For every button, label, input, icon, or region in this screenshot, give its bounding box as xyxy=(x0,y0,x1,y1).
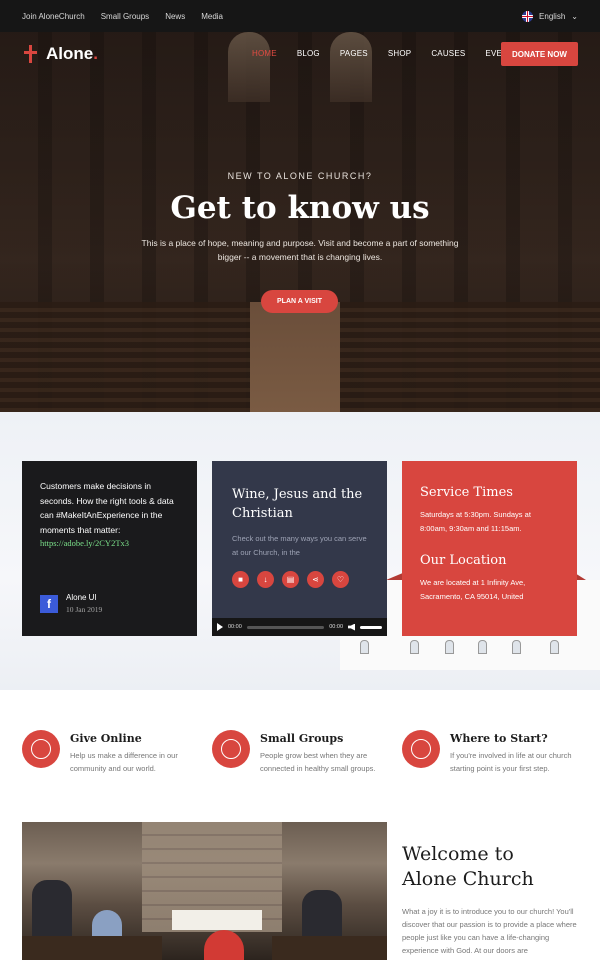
author-name: Alone UI xyxy=(66,593,97,602)
church-interior-image xyxy=(22,822,387,960)
top-bar: Join AloneChurch Small Groups News Media… xyxy=(0,0,600,32)
nav-causes[interactable]: CAUSES xyxy=(431,49,465,58)
church-window-image xyxy=(512,640,521,654)
share-icon[interactable]: ⋖ xyxy=(307,571,324,588)
volume-icon[interactable] xyxy=(348,623,355,631)
uk-flag-icon xyxy=(522,10,534,22)
welcome-title: Welcome to Alone Church xyxy=(402,843,534,890)
document-icon[interactable]: ▤ xyxy=(282,571,299,588)
church-window-image xyxy=(330,32,372,102)
media-icons: ■ ↓ ▤ ⋖ ♡ xyxy=(232,571,349,588)
facebook-icon[interactable]: f xyxy=(40,594,58,613)
feature-title: Where to Start? xyxy=(450,732,548,745)
church-window-image xyxy=(445,640,454,654)
feature-small-groups[interactable]: Small Groups People grow best when they … xyxy=(212,730,385,775)
language-label: English xyxy=(539,11,566,21)
play-icon[interactable] xyxy=(217,623,223,631)
logo-text: Alone xyxy=(46,44,94,63)
language-selector[interactable]: English ⌄ xyxy=(522,10,578,22)
download-icon[interactable]: ↓ xyxy=(257,571,274,588)
tweet-text: Customers make decisions in seconds. How… xyxy=(40,481,174,535)
donate-button[interactable]: DONATE NOW xyxy=(501,42,578,66)
site-logo[interactable]: Alone. xyxy=(22,44,98,64)
total-time: 00:00 xyxy=(329,624,343,630)
top-link-join[interactable]: Join AloneChurch xyxy=(22,12,85,21)
feature-desc: People grow best when they are connected… xyxy=(260,751,376,773)
group-icon xyxy=(212,730,250,768)
tweet-link[interactable]: https://adobe.ly/2CY2Tx3 xyxy=(40,538,179,548)
feature-title: Give Online xyxy=(70,732,142,745)
audio-player: 00:00 00:00 xyxy=(212,618,387,636)
church-window-image xyxy=(360,640,369,654)
feature-desc: Help us make a difference in our communi… xyxy=(70,751,178,773)
nav-pages[interactable]: PAGES xyxy=(340,49,368,58)
hero-eyebrow: NEW TO ALONE CHURCH? xyxy=(227,171,373,181)
feature-title: Small Groups xyxy=(260,732,344,745)
hero-title: Get to know us xyxy=(170,190,430,226)
top-link-small-groups[interactable]: Small Groups xyxy=(101,12,149,21)
nav-blog[interactable]: BLOG xyxy=(297,49,320,58)
church-window-image xyxy=(550,640,559,654)
location-text: We are located at 1 Infinity Ave, Sacram… xyxy=(420,578,526,601)
main-nav: HOME BLOG PAGES SHOP CAUSES EVENTS xyxy=(252,49,519,58)
audio-card: Wine, Jesus and the Christian Check out … xyxy=(212,461,387,636)
tweet-author: f Alone UI 10 Jan 2019 xyxy=(40,593,102,614)
top-link-media[interactable]: Media xyxy=(201,12,223,21)
chevron-down-icon: ⌄ xyxy=(571,11,578,21)
nav-home[interactable]: HOME xyxy=(252,49,277,58)
nav-shop[interactable]: SHOP xyxy=(388,49,411,58)
current-time: 00:00 xyxy=(228,624,242,630)
church-window-image xyxy=(410,640,419,654)
progress-track[interactable] xyxy=(246,625,325,629)
church-logo-icon xyxy=(22,45,40,63)
service-card: Service Times Saturdays at 5:30pm. Sunda… xyxy=(402,461,577,636)
hero-subtitle: This is a place of hope, meaning and pur… xyxy=(141,238,459,262)
service-text: Saturdays at 5:30pm. Sundays at 8:00am, … xyxy=(420,510,531,533)
top-link-news[interactable]: News xyxy=(165,12,185,21)
video-icon[interactable]: ■ xyxy=(232,571,249,588)
tweet-date: 10 Jan 2019 xyxy=(66,605,103,614)
volume-slider[interactable] xyxy=(360,625,382,629)
welcome-text: What a joy it is to introduce you to our… xyxy=(402,907,577,955)
location-title: Our Location xyxy=(420,553,507,568)
heart-icon[interactable]: ♡ xyxy=(332,571,349,588)
feature-desc: If you're involved in life at our church… xyxy=(450,751,572,773)
aisle-image xyxy=(250,302,340,412)
church-window-image xyxy=(228,32,270,102)
tweet-card: Customers make decisions in seconds. How… xyxy=(22,461,197,636)
feature-where-to-start[interactable]: Where to Start? If you're involved in li… xyxy=(402,730,575,775)
top-links: Join AloneChurch Small Groups News Media xyxy=(22,12,223,21)
church-window-image xyxy=(478,640,487,654)
plan-visit-button[interactable]: PLAN A VISIT xyxy=(261,290,338,313)
audio-title[interactable]: Wine, Jesus and the Christian xyxy=(232,485,367,523)
feature-give-online[interactable]: Give Online Help us make a difference in… xyxy=(22,730,195,775)
give-online-icon xyxy=(22,730,60,768)
question-person-icon xyxy=(402,730,440,768)
service-title: Service Times xyxy=(420,485,513,500)
audio-description: Check out the many ways you can serve at… xyxy=(232,534,367,557)
